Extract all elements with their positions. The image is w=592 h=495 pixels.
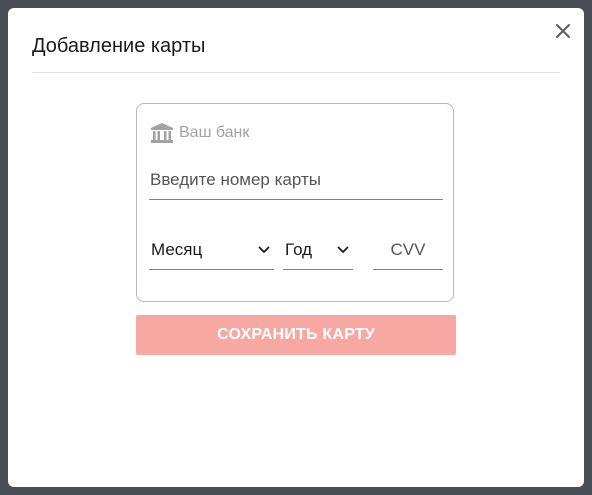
bank-icon <box>151 123 173 143</box>
chevron-down-icon <box>258 246 270 253</box>
add-card-modal: Добавление карты Ваш банк Месяц <box>8 8 584 487</box>
bank-row: Ваш банк <box>150 121 249 145</box>
save-card-button[interactable]: СОХРАНИТЬ КАРТУ <box>136 315 456 355</box>
bank-label: Ваш банк <box>179 124 250 141</box>
modal-title: Добавление карты <box>32 35 206 57</box>
cvv-input[interactable] <box>373 230 443 270</box>
card-number-input[interactable] <box>149 160 443 200</box>
card-form: Ваш банк Месяц Год <box>136 103 454 302</box>
header-divider <box>32 72 560 73</box>
chevron-down-icon <box>337 246 349 253</box>
close-icon <box>556 24 570 38</box>
close-button[interactable] <box>552 20 574 42</box>
year-select[interactable]: Год <box>283 230 353 270</box>
month-select-value: Месяц <box>151 239 203 259</box>
month-select[interactable]: Месяц <box>149 230 274 270</box>
year-select-value: Год <box>285 239 313 259</box>
